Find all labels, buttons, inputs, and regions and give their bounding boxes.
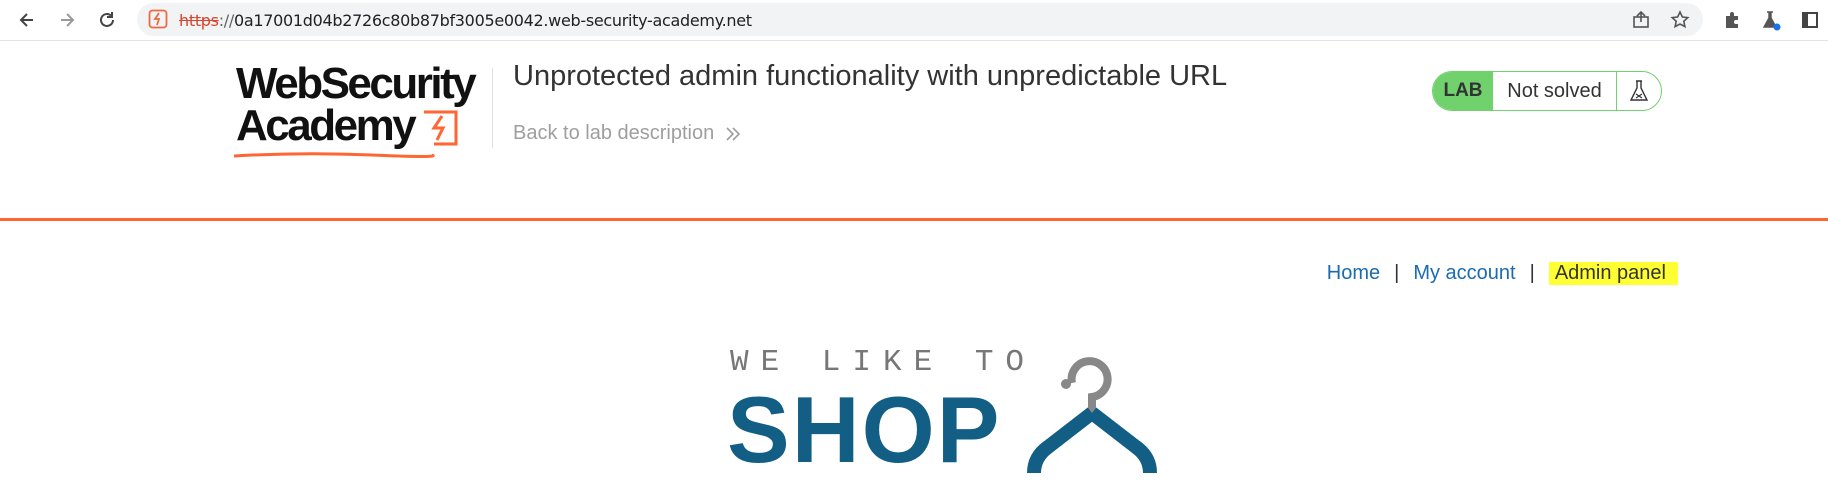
double-chevron-right-icon — [726, 126, 741, 141]
lab-extension-icon[interactable] — [1757, 6, 1785, 34]
share-icon[interactable] — [1629, 8, 1653, 32]
site-info-icon[interactable] — [148, 9, 168, 34]
lab-title: Unprotected admin functionality with unp… — [513, 60, 1228, 92]
logo-underline — [233, 152, 435, 158]
url-host: 0a17001d04b2726c80b87bf3005e0042.web-sec… — [233, 11, 752, 30]
bookmark-star-icon[interactable] — [1668, 8, 1692, 32]
reload-icon[interactable] — [92, 5, 122, 35]
lab-badge: LAB — [1433, 72, 1493, 110]
forward-icon[interactable] — [52, 5, 82, 35]
logo-line2-row: Academy — [236, 104, 474, 148]
shop-logo: WE LIKE TO SHOP — [727, 345, 1157, 477]
url-scheme: https — [179, 11, 219, 30]
header-divider — [492, 68, 493, 148]
back-to-lab-link[interactable]: Back to lab description — [513, 122, 742, 145]
back-icon[interactable] — [12, 5, 42, 35]
lab-status-text: Not solved — [1493, 72, 1617, 110]
side-panel-icon[interactable] — [1796, 6, 1824, 34]
nav-my-account-link[interactable]: My account — [1413, 262, 1515, 285]
address-bar[interactable]: https://0a17001d04b2726c80b87bf3005e0042… — [137, 3, 1703, 36]
header-rule — [0, 218, 1828, 221]
logo-bolt-icon — [424, 110, 458, 146]
nav-admin-panel-link[interactable]: Admin panel — [1548, 262, 1678, 285]
nav-separator: | — [1394, 262, 1400, 284]
nav-home-link[interactable]: Home — [1327, 262, 1380, 285]
hanger-icon — [1027, 357, 1157, 474]
web-security-academy-logo[interactable]: WebSecurity Academy — [233, 59, 477, 158]
shop-word: SHOP — [727, 377, 1002, 482]
flask-icon — [1617, 72, 1661, 110]
url-text[interactable]: https://0a17001d04b2726c80b87bf3005e0042… — [179, 11, 752, 30]
back-link-label: Back to lab description — [513, 122, 715, 144]
shop-tagline: WE LIKE TO — [730, 345, 1037, 380]
logo-line1: WebSecurity — [236, 59, 477, 108]
top-nav: Home | My account | Admin panel — [1327, 262, 1678, 285]
lab-status-widget: LAB Not solved — [1432, 71, 1662, 111]
logo-line2: Academy — [236, 101, 417, 150]
nav-separator: | — [1529, 262, 1535, 284]
extensions-icon[interactable] — [1718, 6, 1746, 34]
url-separator: :// — [218, 11, 235, 30]
browser-toolbar: https://0a17001d04b2726c80b87bf3005e0042… — [0, 0, 1828, 41]
